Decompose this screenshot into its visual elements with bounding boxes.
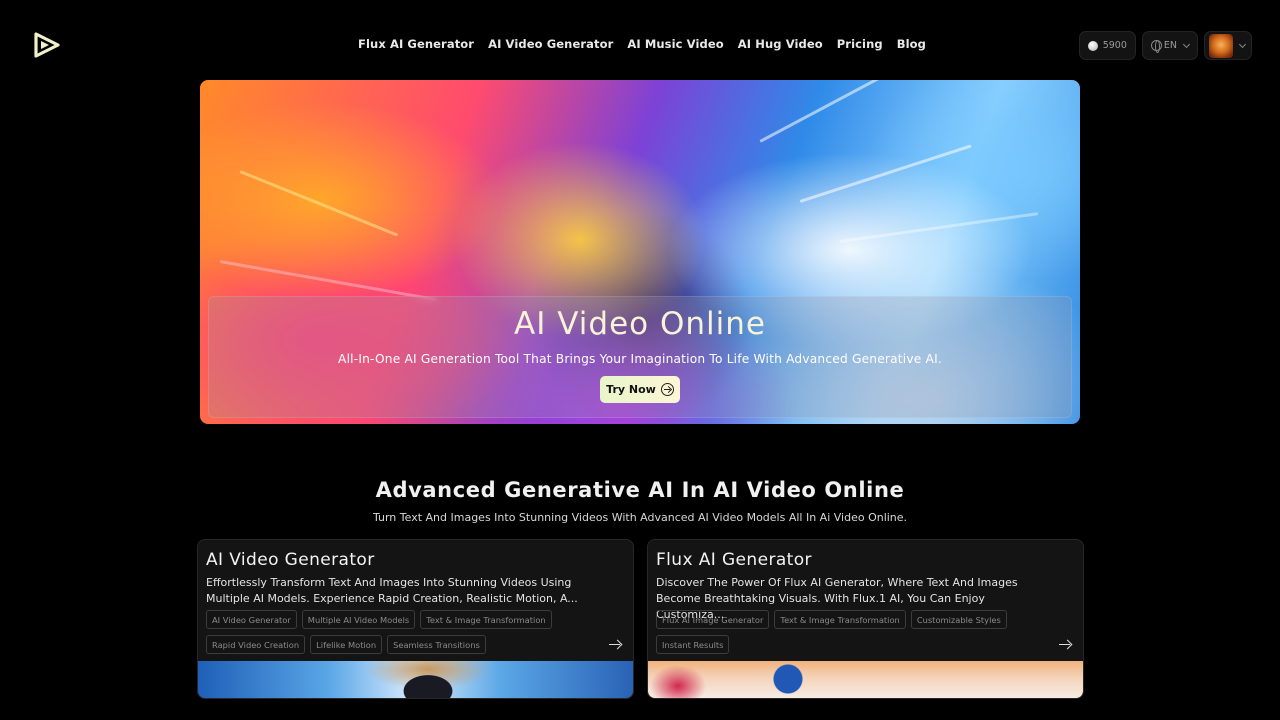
card-title: AI Video Generator <box>206 550 375 570</box>
tag[interactable]: Flux AI Image Generator <box>656 610 770 629</box>
card-tags: Flux AI Image Generator Text & Image Tra… <box>656 610 1056 654</box>
nav-ai-video-generator[interactable]: AI Video Generator <box>481 37 620 51</box>
tag[interactable]: Seamless Transitions <box>387 635 486 654</box>
hero-title: AI Video Online <box>514 306 766 342</box>
try-now-button[interactable]: Try Now <box>600 376 680 403</box>
hero-streak <box>239 170 399 237</box>
arrow-right-icon[interactable] <box>609 639 621 651</box>
nav-blog[interactable]: Blog <box>890 37 933 51</box>
hero-streak <box>839 212 1039 243</box>
card-description: Effortlessly Transform Text And Images I… <box>206 575 596 607</box>
hero-streak <box>799 144 972 203</box>
hero-subtitle: All-In-One AI Generation Tool That Bring… <box>338 352 942 366</box>
credits-count: 5900 <box>1102 40 1127 51</box>
card-tags: AI Video Generator Multiple AI Video Mod… <box>206 610 606 654</box>
card-description-line: Effortlessly Transform Text And Images I… <box>206 576 572 589</box>
card-preview-image <box>198 661 633 698</box>
tag[interactable]: Rapid Video Creation <box>206 635 306 654</box>
avatar <box>1209 33 1233 58</box>
nav-ai-hug-video[interactable]: AI Hug Video <box>731 37 830 51</box>
tag[interactable]: Multiple AI Video Models <box>301 610 416 629</box>
tag[interactable]: Text & Image Transformation <box>774 610 906 629</box>
nav-ai-music-video[interactable]: AI Music Video <box>620 37 730 51</box>
chevron-down-icon <box>1182 40 1191 48</box>
chevron-down-icon <box>1238 40 1247 48</box>
card-preview-image <box>648 661 1083 698</box>
user-menu[interactable] <box>1204 31 1252 60</box>
tag[interactable]: Text & Image Transformation <box>420 610 552 629</box>
language-label: EN <box>1163 40 1177 51</box>
tag[interactable]: AI Video Generator <box>206 610 297 629</box>
try-now-label: Try Now <box>606 383 656 396</box>
globe-icon <box>1150 40 1162 53</box>
card-description-line: Multiple AI Models. Experience Rapid Cre… <box>206 592 578 605</box>
section-subtitle: Turn Text And Images Into Stunning Video… <box>372 511 908 524</box>
tag[interactable]: Instant Results <box>656 635 730 654</box>
header-actions: 5900 EN <box>1078 31 1252 60</box>
feature-card-flux-ai-generator[interactable]: Flux AI Generator Discover The Power Of … <box>647 539 1084 699</box>
arrow-right-icon[interactable] <box>1059 639 1071 651</box>
nav-flux-ai-generator[interactable]: Flux AI Generator <box>351 37 481 51</box>
tag[interactable]: Lifelike Motion <box>310 635 383 654</box>
coin-icon <box>1087 40 1098 51</box>
language-selector[interactable]: EN <box>1141 31 1198 60</box>
credits-badge[interactable]: 5900 <box>1078 31 1136 60</box>
card-title: Flux AI Generator <box>656 550 812 570</box>
arrow-right-circle-icon <box>660 383 674 396</box>
tag[interactable]: Customizable Styles <box>910 610 1007 629</box>
card-description-line: Discover The Power Of Flux AI Generator,… <box>656 576 1018 589</box>
hero-streak <box>759 80 885 143</box>
section-title: Advanced Generative AI In AI Video Onlin… <box>375 478 905 502</box>
hero-banner: AI Video Online All-In-One AI Generation… <box>200 80 1080 424</box>
hero-streak <box>219 260 437 302</box>
feature-card-ai-video-generator[interactable]: AI Video Generator Effortlessly Transfor… <box>197 539 634 699</box>
nav-pricing[interactable]: Pricing <box>830 37 890 51</box>
